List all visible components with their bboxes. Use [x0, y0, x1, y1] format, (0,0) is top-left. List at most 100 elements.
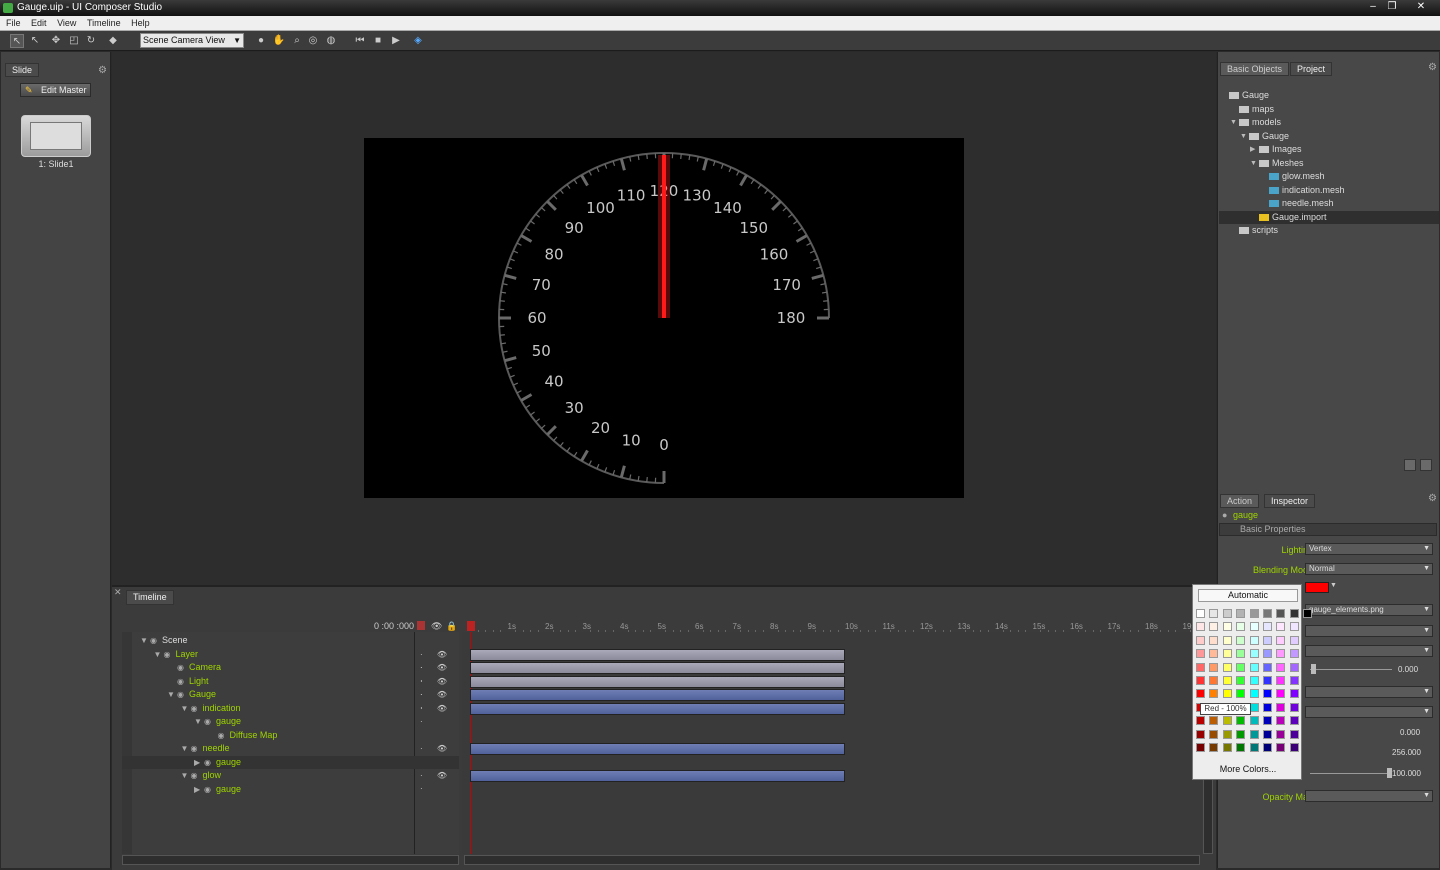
color-swatch[interactable]	[1263, 702, 1272, 712]
color-swatch[interactable]	[1289, 743, 1299, 752]
color-swatch[interactable]	[1276, 609, 1286, 618]
color-swatch[interactable]	[1196, 649, 1205, 659]
wireframe-icon[interactable]: ◍	[324, 34, 338, 48]
menu-file[interactable]: File	[6, 16, 21, 30]
menu-help[interactable]: Help	[131, 16, 150, 30]
expand-arrow-icon[interactable]: ▼	[194, 715, 202, 728]
color-swatch[interactable]	[1276, 702, 1286, 712]
expand-arrow-icon[interactable]: ▶	[1250, 143, 1255, 156]
color-swatch[interactable]	[1263, 716, 1272, 726]
timeline-row[interactable]: ▼ ◉ Scene	[122, 634, 459, 648]
lighting-select[interactable]: Vertex ▼	[1305, 543, 1433, 555]
color-swatch[interactable]	[1236, 609, 1246, 618]
color-swatch[interactable]	[1222, 716, 1232, 726]
color-swatch[interactable]	[1249, 662, 1259, 672]
color-swatch[interactable]	[1222, 729, 1232, 739]
color-swatch[interactable]	[1196, 662, 1205, 672]
eye-icon[interactable]: 👁	[431, 621, 442, 632]
project-item[interactable]: Gauge.import	[1219, 210, 1439, 224]
timebar[interactable]	[470, 770, 845, 782]
diffuse-color-swatch[interactable]	[1305, 582, 1329, 593]
timebar[interactable]	[470, 648, 845, 661]
tab-project[interactable]: Project	[1290, 62, 1333, 76]
color-swatch[interactable]	[1249, 729, 1259, 739]
color-swatch[interactable]	[1263, 635, 1272, 645]
expand-arrow-icon[interactable]: ▼	[181, 702, 189, 715]
color-swatch[interactable]	[1209, 649, 1219, 659]
project-item[interactable]: maps	[1219, 103, 1439, 117]
tab-basic-objects[interactable]: Basic Objects	[1220, 62, 1290, 76]
expand-arrow-icon[interactable]: ▼	[181, 769, 189, 782]
value-a[interactable]: 0.000	[1400, 728, 1420, 737]
color-swatch[interactable]	[1263, 743, 1272, 752]
color-swatch[interactable]	[1289, 649, 1299, 659]
camera-view-select[interactable]: Scene Camera View ▼	[140, 33, 244, 48]
expand-arrow-icon[interactable]: ▼	[1230, 116, 1237, 129]
scale-icon[interactable]: ◰	[67, 34, 81, 48]
timebar[interactable]	[470, 675, 845, 688]
timeline-row[interactable]: ◉ Camera · 👁 ·	[122, 661, 459, 685]
expand-arrow-icon[interactable]: ▼	[181, 742, 189, 755]
color-swatch[interactable]	[1263, 689, 1272, 699]
color-swatch[interactable]	[1196, 609, 1205, 618]
color-swatch[interactable]	[1249, 649, 1259, 659]
color-swatch[interactable]	[1209, 635, 1219, 645]
project-item[interactable]: ▼ Meshes	[1219, 157, 1439, 171]
timebar[interactable]	[470, 702, 845, 715]
timebar[interactable]	[470, 689, 845, 701]
color-swatch[interactable]	[1222, 609, 1232, 618]
color-swatch[interactable]	[1289, 676, 1299, 685]
group-select-icon[interactable]: ↖	[10, 34, 24, 48]
move-icon[interactable]: ✥	[49, 34, 63, 48]
timeline-row[interactable]: ▶ ◉ gauge	[122, 755, 459, 769]
gear-icon[interactable]: ⚙	[1428, 62, 1437, 73]
hand-icon[interactable]: ✋	[272, 34, 286, 48]
menu-view[interactable]: View	[57, 16, 76, 30]
color-swatch[interactable]	[1276, 662, 1286, 672]
color-swatch[interactable]	[1209, 689, 1219, 699]
tab-slide[interactable]: Slide	[5, 63, 40, 77]
color-swatch[interactable]	[1209, 676, 1219, 685]
color-swatch[interactable]	[1263, 609, 1272, 618]
color-swatch[interactable]	[1236, 729, 1246, 739]
color-swatch[interactable]	[1249, 689, 1259, 699]
color-swatch[interactable]	[1222, 622, 1232, 632]
new-folder-icon[interactable]	[1404, 459, 1416, 471]
edit-master-button[interactable]: ✎ Edit Master	[20, 83, 91, 97]
color-swatch[interactable]	[1303, 609, 1313, 618]
color-swatch[interactable]	[1196, 689, 1205, 699]
value-b[interactable]: 256.000	[1392, 748, 1421, 757]
color-swatch[interactable]	[1249, 743, 1259, 752]
project-item[interactable]: Gauge	[1219, 89, 1439, 103]
color-swatch[interactable]	[1222, 689, 1232, 699]
color-swatch[interactable]	[1236, 622, 1246, 632]
color-swatch[interactable]	[1249, 635, 1259, 645]
color-swatch[interactable]	[1289, 635, 1299, 645]
more-colors-button[interactable]: More Colors...	[1198, 763, 1298, 776]
play-icon[interactable]: ▶	[389, 34, 403, 48]
timeline-row[interactable]: ▼ ◉ Gauge · 👁 ·	[122, 688, 459, 712]
opacity-value[interactable]: 0.000	[1398, 665, 1418, 674]
color-swatch[interactable]	[1276, 622, 1286, 632]
tab-timeline[interactable]: Timeline	[126, 590, 174, 605]
color-swatch[interactable]	[1276, 743, 1286, 752]
property-select-5[interactable]: ▼	[1305, 706, 1433, 718]
timeline-row[interactable]: ▶ ◉ gauge	[122, 783, 459, 797]
tab-inspector[interactable]: Inspector	[1264, 494, 1316, 508]
slide-thumbnail[interactable]	[21, 115, 91, 157]
scene-stage[interactable]: 0102030405060708090100110120130140150160…	[364, 138, 964, 498]
color-swatch[interactable]	[1276, 649, 1286, 659]
color-swatch[interactable]	[1222, 743, 1232, 752]
zoom-icon[interactable]: ⌕	[290, 34, 304, 48]
expand-arrow-icon[interactable]: ▶	[194, 756, 200, 769]
color-swatch[interactable]	[1222, 649, 1232, 659]
automatic-color-button[interactable]: Automatic	[1198, 589, 1298, 602]
color-swatch[interactable]	[1236, 662, 1246, 672]
time-display[interactable]: 0 :00 :000	[374, 621, 414, 631]
color-swatch[interactable]	[1196, 622, 1205, 632]
color-swatch[interactable]	[1209, 716, 1219, 726]
preview-icon[interactable]: ◈	[411, 34, 425, 48]
color-swatch[interactable]	[1289, 622, 1299, 632]
orbit-icon[interactable]: ◎	[306, 34, 320, 48]
project-item[interactable]: needle.mesh	[1219, 197, 1439, 211]
